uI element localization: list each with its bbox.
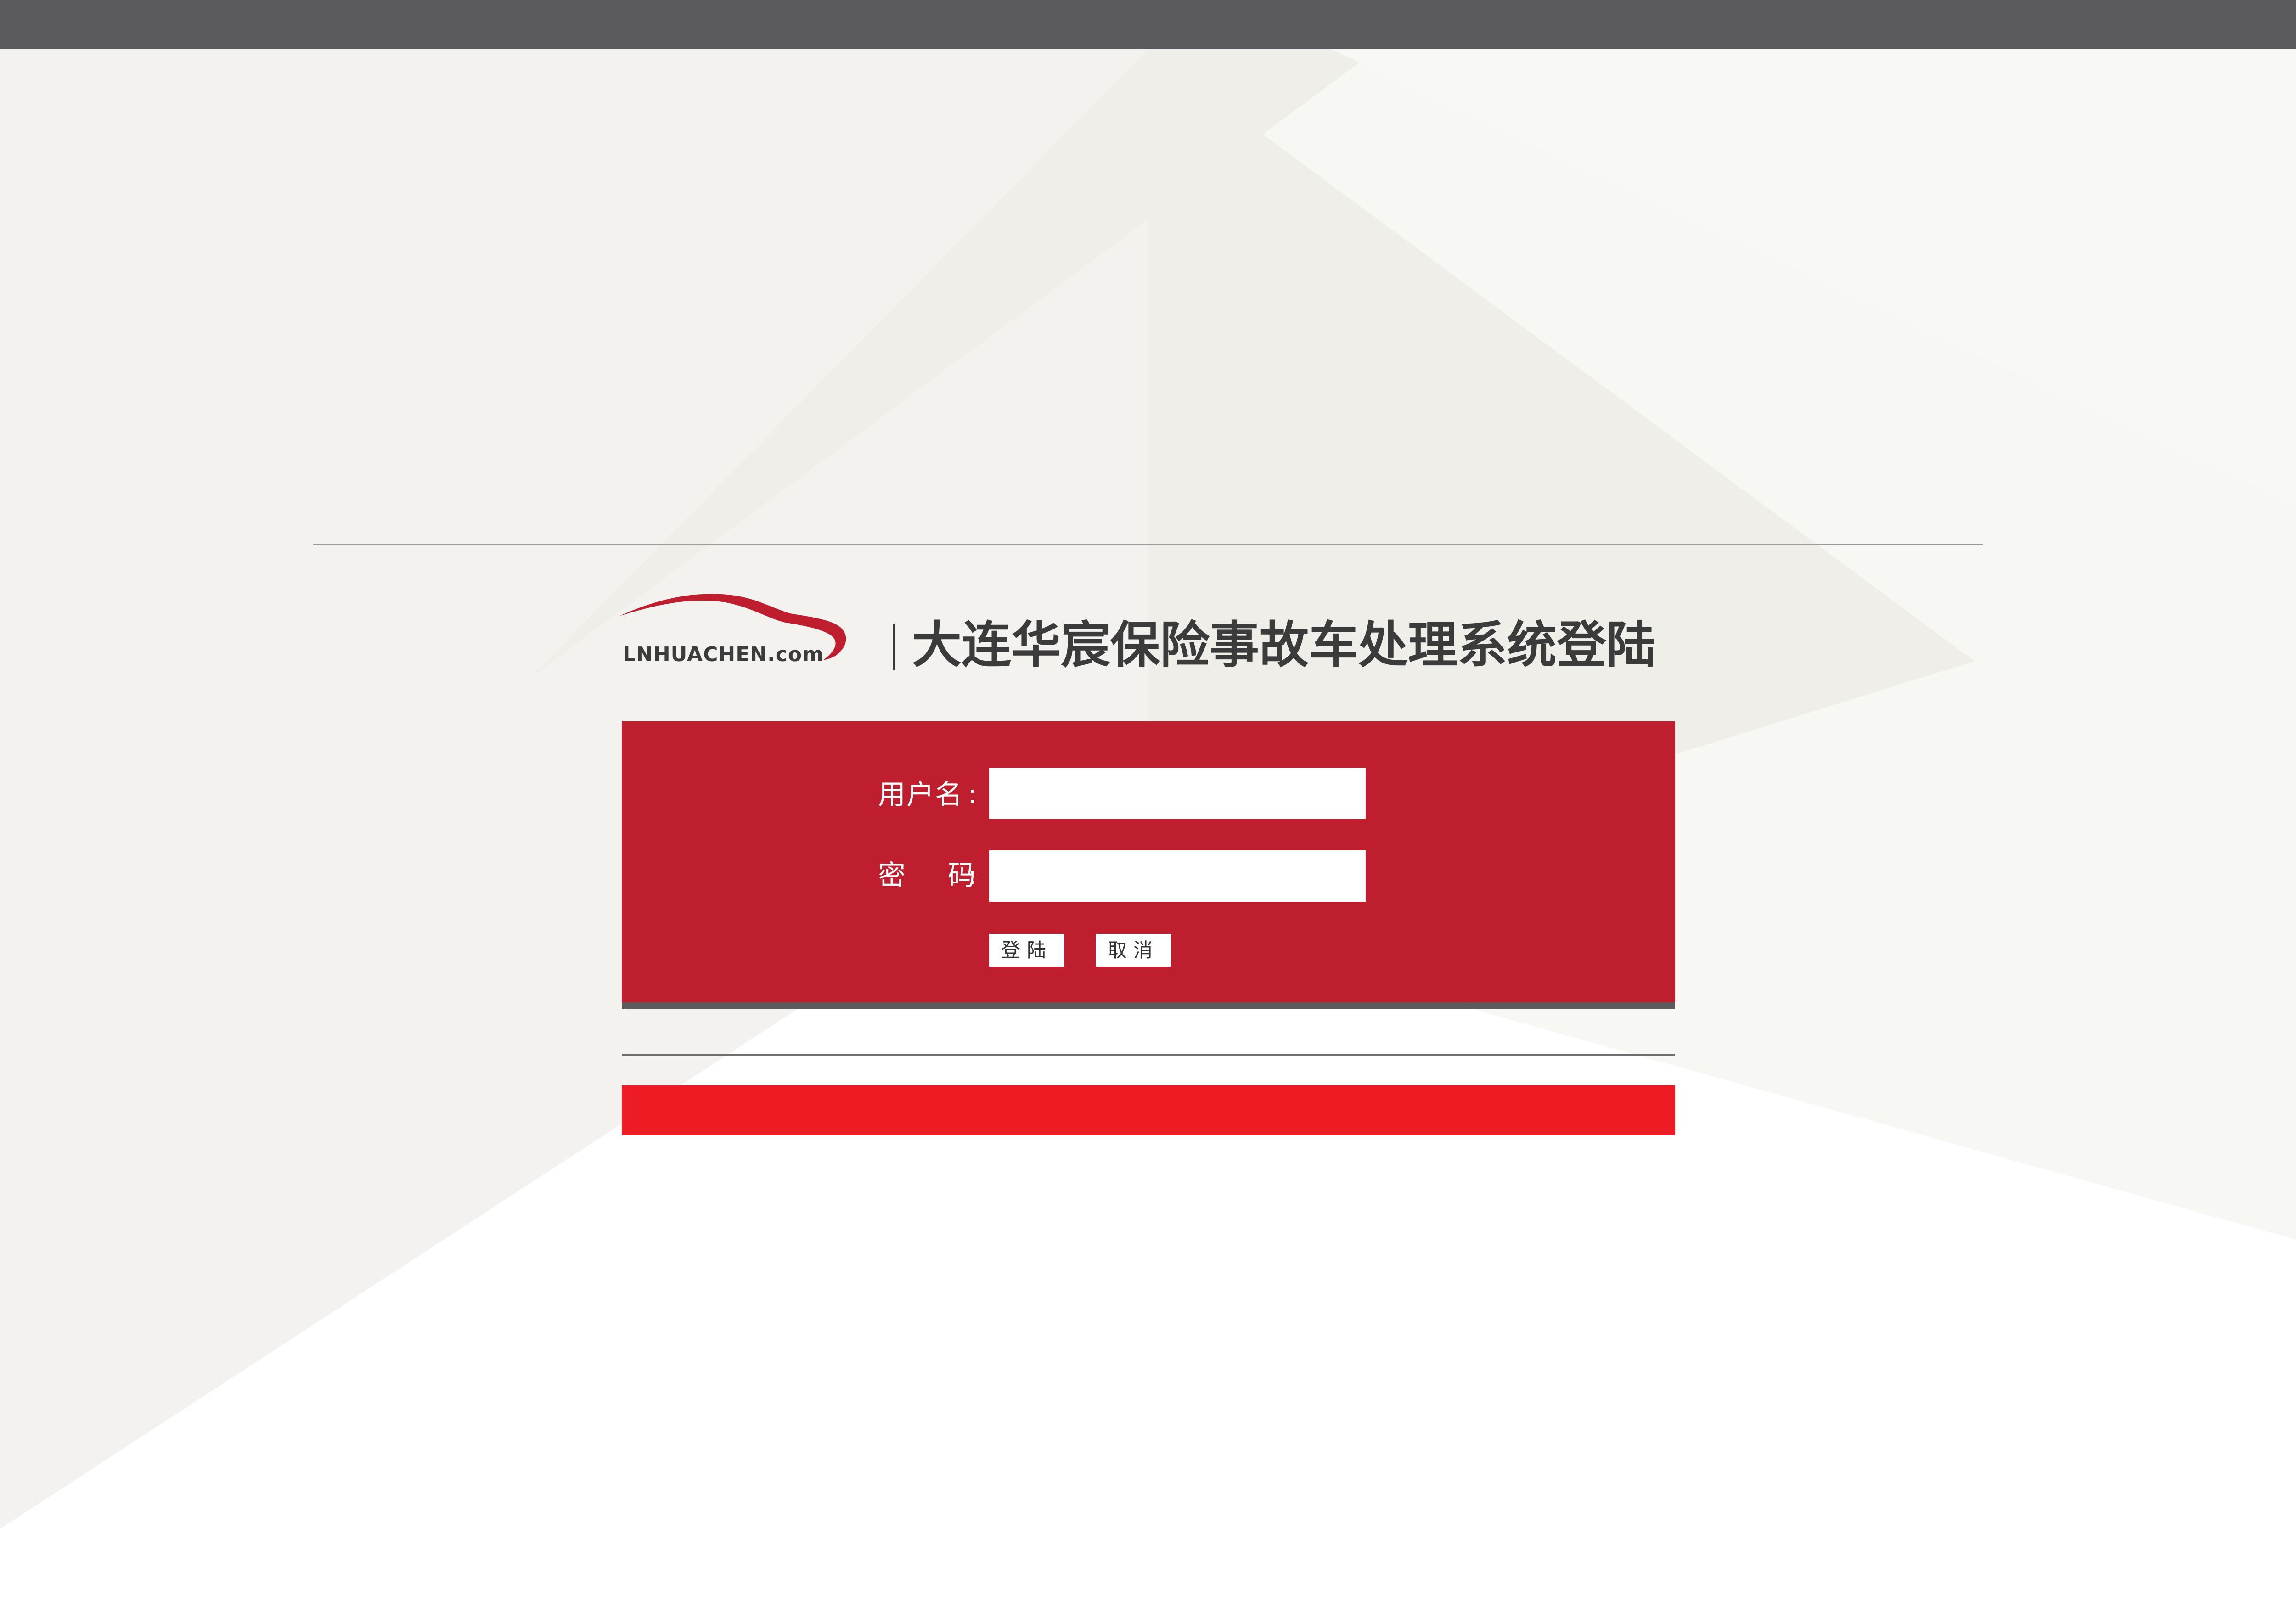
username-label: 用户名 [878, 779, 963, 811]
title-separator [893, 624, 895, 670]
password-colon: : [968, 860, 977, 890]
username-colon: : [968, 780, 977, 809]
cancel-button[interactable]: 取消 [1096, 934, 1171, 967]
car-swoosh-logo-icon [619, 594, 846, 660]
password-input[interactable] [989, 850, 1366, 902]
footer-bar [622, 1085, 1675, 1135]
top-bar [0, 0, 2296, 49]
logo-text: LNHUACHEN.com [623, 643, 824, 666]
username-input[interactable] [989, 768, 1366, 819]
page-title: 大连华宸保险事故车处理系统登陆 [912, 617, 1656, 674]
panel-bottom-bar [622, 1002, 1675, 1009]
company-logo: LNHUACHEN.com [615, 592, 882, 684]
top-divider [313, 544, 1983, 545]
login-button[interactable]: 登陆 [989, 934, 1064, 967]
bottom-divider [622, 1054, 1675, 1056]
